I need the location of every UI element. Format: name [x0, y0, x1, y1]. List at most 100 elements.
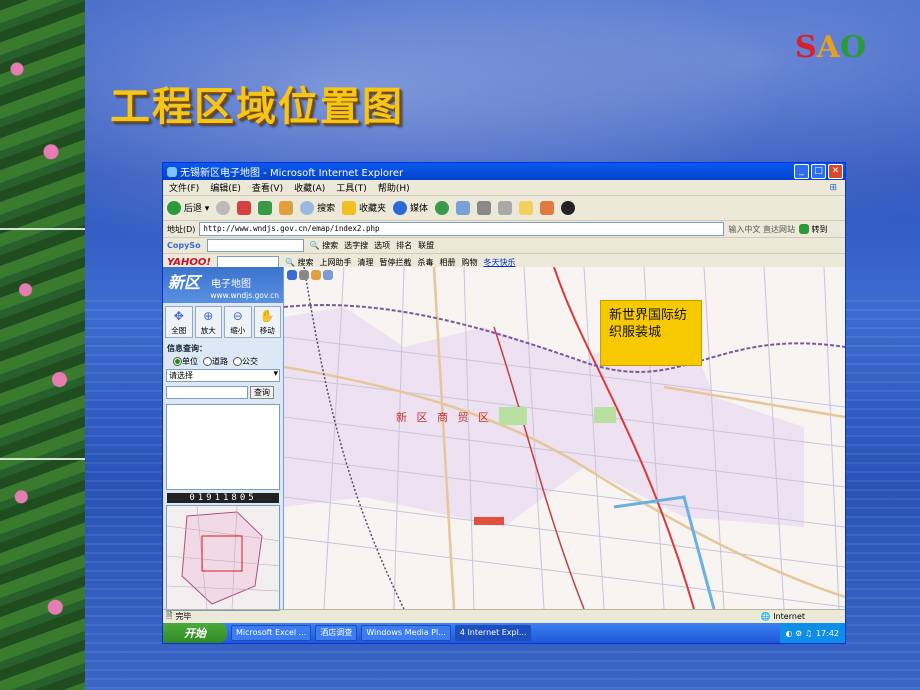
start-button[interactable]: 开始	[163, 623, 227, 643]
yahoo-search-button[interactable]: 🔍 搜索	[285, 257, 314, 268]
zone-indicator: 🌐 Internet	[760, 612, 805, 621]
forward-icon[interactable]	[216, 201, 231, 215]
menu-view[interactable]: 查看(V)	[252, 181, 283, 194]
address-input[interactable]: http://www.wndjs.gov.cn/emap/index2.php	[199, 222, 725, 236]
copyso-logo[interactable]: CopySo	[167, 241, 201, 250]
site-url: www.wndjs.gov.cn	[210, 291, 279, 300]
clock: 17:42	[815, 628, 839, 638]
block-button[interactable]: 暂停拦截	[379, 257, 411, 268]
task-hotel-survey[interactable]: 酒店调查	[315, 625, 358, 641]
category-select[interactable]: 请选择	[166, 369, 280, 382]
map-icon-bar	[287, 270, 333, 280]
info-query-label: 信息查询：	[167, 344, 207, 353]
taskbar: 开始 Microsoft Excel ... 酒店调查 Windows Medi…	[163, 623, 845, 643]
copyso-search-button[interactable]: 🔍 搜索	[310, 240, 339, 251]
star-icon	[342, 201, 357, 216]
assistant-button[interactable]: 上网助手	[319, 257, 351, 268]
minimize-button[interactable]: _	[794, 164, 809, 179]
search-button[interactable]: 搜索	[300, 201, 335, 216]
winter-link[interactable]: 冬天快乐	[483, 257, 515, 268]
task-excel[interactable]: Microsoft Excel ...	[231, 625, 312, 641]
status-bar: 🗎 完毕 🌐 Internet	[163, 609, 845, 623]
radio-road[interactable]: 道路	[203, 356, 228, 367]
qq-icon[interactable]	[560, 201, 575, 215]
map-sidebar: 新区 电子地图 www.wndjs.gov.cn ✥ 全图 ⊕ 放大 ⊖ 缩小 ✋ 移动…	[163, 267, 284, 611]
media-button[interactable]: 媒体	[393, 201, 428, 216]
copyso-options-button[interactable]: 选项	[374, 240, 390, 251]
maximize-button[interactable]: □	[811, 164, 826, 179]
page-content: 新区 电子地图 www.wndjs.gov.cn ✥ 全图 ⊕ 放大 ⊖ 缩小 ✋ 移动…	[163, 267, 845, 611]
save-icon[interactable]	[287, 270, 297, 280]
address-hint[interactable]: 输入中文 直达网站	[728, 224, 795, 235]
print-icon[interactable]	[476, 201, 491, 215]
history-icon[interactable]	[434, 201, 449, 215]
standard-toolbar: 后退 ▾ 搜索 收藏夹 媒体	[163, 196, 845, 221]
edit-icon[interactable]	[497, 201, 512, 215]
print-map-icon[interactable]	[299, 270, 309, 280]
mail-icon[interactable]	[455, 201, 470, 215]
slide-title: 工程区域位置图	[110, 84, 404, 130]
location-callout: 新世界国际纺织服装城	[600, 300, 702, 366]
lotus-decoration	[0, 0, 85, 690]
windows-logo-icon: ⊞	[829, 182, 837, 193]
zoom-in-button[interactable]: ⊕ 放大	[194, 306, 222, 338]
help-icon[interactable]	[323, 270, 333, 280]
menu-help[interactable]: 帮助(H)	[378, 181, 410, 194]
address-bar: 地址(D) http://www.wndjs.gov.cn/emap/index…	[163, 221, 845, 238]
results-list[interactable]	[166, 404, 280, 490]
copyso-select-button[interactable]: 选字搜	[344, 240, 368, 251]
query-type-radios: 单位 道路 公交	[163, 356, 283, 367]
tray-icons[interactable]: ◐ ⚙ ♫	[786, 629, 812, 638]
album-button[interactable]: 相册	[439, 257, 455, 268]
copyso-union-button[interactable]: 联盟	[418, 240, 434, 251]
back-button[interactable]: 后退 ▾	[167, 201, 209, 216]
close-button[interactable]: ✕	[828, 164, 843, 179]
query-button[interactable]: 查询	[250, 386, 274, 399]
mail-map-icon[interactable]	[311, 270, 321, 280]
go-button[interactable]: 转到	[798, 224, 828, 235]
city-map[interactable]: 新 区 商 贸 区	[284, 267, 845, 609]
copyso-rank-button[interactable]: 排名	[396, 240, 412, 251]
antivirus-button[interactable]: 杀毒	[417, 257, 433, 268]
hand-icon: ✋	[259, 309, 275, 323]
full-map-button[interactable]: ✥ 全图	[165, 306, 193, 338]
home-icon[interactable]	[279, 201, 294, 215]
menu-favorites[interactable]: 收藏(A)	[294, 181, 325, 194]
pan-button[interactable]: ✋ 移动	[253, 306, 281, 338]
page-done-icon: 🗎	[166, 610, 173, 620]
shop-button[interactable]: 购物	[461, 257, 477, 268]
favorites-button[interactable]: 收藏夹	[342, 201, 386, 216]
title-bar: 无锡新区电子地图 - Microsoft Internet Explorer _…	[163, 163, 845, 180]
zoom-in-icon: ⊕	[203, 309, 214, 323]
site-subtitle: 电子地图	[211, 279, 251, 290]
stop-icon[interactable]	[237, 201, 252, 215]
query-input[interactable]	[166, 386, 248, 399]
menu-edit[interactable]: 编辑(E)	[210, 181, 241, 194]
district-label: 新 区 商 贸 区	[396, 410, 492, 424]
zoom-out-icon: ⊖	[232, 309, 243, 323]
task-internet-explorer[interactable]: 4 Internet Expl...	[454, 625, 532, 641]
refresh-icon[interactable]	[258, 201, 273, 215]
copyso-search-input[interactable]	[206, 239, 304, 252]
menu-file[interactable]: 文件(F)	[169, 181, 199, 194]
radio-unit[interactable]: 单位	[173, 356, 198, 367]
zoom-out-button[interactable]: ⊖ 缩小	[224, 306, 252, 338]
system-tray: ◐ ⚙ ♫ 17:42	[779, 623, 845, 643]
menu-tools[interactable]: 工具(T)	[336, 181, 367, 194]
browser-window: 无锡新区电子地图 - Microsoft Internet Explorer _…	[162, 162, 846, 644]
overview-map[interactable]	[166, 505, 280, 611]
yahoo-logo[interactable]: YAHOO!	[167, 257, 211, 268]
radio-bus[interactable]: 公交	[233, 356, 258, 367]
address-label: 地址(D)	[167, 224, 196, 234]
visit-counter: 01911805	[167, 493, 279, 503]
task-media-player[interactable]: Windows Media Pl...	[361, 625, 451, 641]
overview-map-graphic	[167, 506, 279, 610]
media-icon	[393, 201, 408, 216]
window-title: 无锡新区电子地图 - Microsoft Internet Explorer	[180, 168, 404, 179]
messenger-icon[interactable]	[539, 201, 554, 215]
compass-icon: ✥	[173, 309, 184, 323]
folder-icon[interactable]	[518, 201, 533, 215]
status-text: 完毕	[175, 612, 192, 621]
search-icon	[300, 201, 315, 216]
clean-button[interactable]: 清理	[357, 257, 373, 268]
